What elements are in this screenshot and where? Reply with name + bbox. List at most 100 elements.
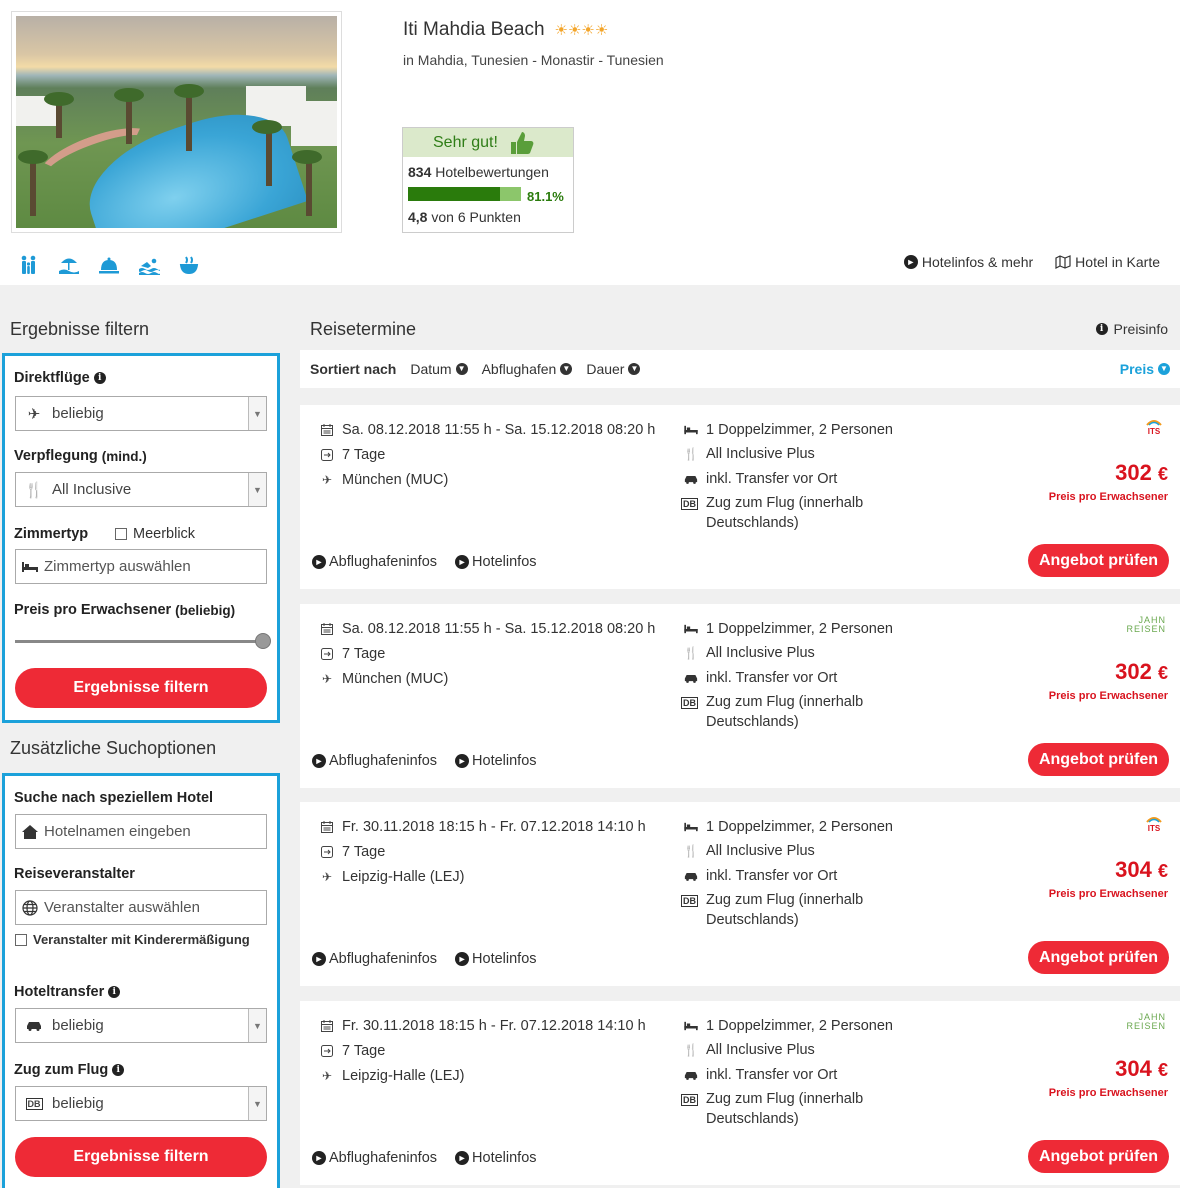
jahn-reisen-logo-text: JAHN REISEN (1126, 1012, 1166, 1031)
offer-hotelinfos-link[interactable]: ► Hotelinfos (455, 554, 537, 570)
hotel-header: Iti Mahdia Beach ☀☀☀☀ in Mahdia, Tunesie… (0, 0, 1180, 285)
offer-price-value: 304 (1115, 1056, 1152, 1081)
abflughafeninfos-label: Abflughafeninfos (329, 1150, 438, 1166)
zug-select[interactable]: DB beliebig ▼ (15, 1086, 267, 1121)
offer-board-text: All Inclusive Plus (706, 843, 815, 859)
rating-label: Sehr gut! (433, 133, 498, 151)
kinderermaessigung-checkbox-box[interactable] (15, 933, 27, 946)
its-logo[interactable]: ITS (1144, 814, 1164, 837)
hotel-photo[interactable] (11, 11, 342, 233)
content-area: Ergebnisse filtern Direktflüge i ✈ belie… (0, 285, 1180, 1188)
chevron-right-circle-icon: ► (312, 1151, 326, 1165)
abflughafeninfos-link[interactable]: ► Abflughafeninfos (312, 753, 437, 769)
hotel-map-link-label: Hotel in Karte (1075, 254, 1160, 270)
angebot-pruefen-button[interactable]: Angebot prüfen (1028, 743, 1169, 776)
sort-option-label: Abflughafen (481, 361, 557, 377)
offer-hotelinfos-label: Hotelinfos (472, 951, 537, 967)
angebot-pruefen-button[interactable]: Angebot prüfen (1028, 544, 1169, 577)
airplane-icon: ✈ (321, 870, 333, 884)
offer-dates: Sa. 08.12.2018 11:55 h - Sa. 15.12.2018 … (320, 621, 655, 637)
abflughafeninfos-link[interactable]: ► Abflughafeninfos (312, 1150, 437, 1166)
offer-room: 1 Doppelzimmer, 2 Personen (684, 819, 893, 835)
veranstalter-input[interactable]: Veranstalter auswählen (15, 890, 267, 925)
offer-card: Fr. 30.11.2018 18:15 h - Fr. 07.12.2018 … (300, 1001, 1180, 1185)
duration-icon (320, 449, 334, 461)
swimming-icon[interactable] (138, 254, 160, 276)
hotel-search-input[interactable]: Hotelnamen eingeben (15, 814, 267, 849)
hotel-map-link[interactable]: Hotel in Karte (1055, 254, 1160, 270)
transfer-select[interactable]: beliebig ▼ (15, 1008, 267, 1043)
offer-duration-text: 7 Tage (342, 844, 386, 860)
offer-airport-text: Leipzig-Halle (LEJ) (342, 869, 465, 885)
beach-icon[interactable] (58, 254, 80, 276)
verpflegung-label-text: Verpflegung (14, 448, 98, 464)
angebot-pruefen-button[interactable]: Angebot prüfen (1028, 1140, 1169, 1173)
db-icon: DB (25, 1097, 43, 1110)
offer-hotelinfos-link[interactable]: ► Hotelinfos (455, 1150, 537, 1166)
offer-card: Sa. 08.12.2018 11:55 h - Sa. 15.12.2018 … (300, 405, 1180, 589)
hotel-search-placeholder: Hotelnamen eingeben (44, 823, 191, 840)
meerblick-checkbox[interactable]: Meerblick (115, 526, 195, 542)
jahn-reisen-logo[interactable]: JAHN REISEN (1118, 1013, 1166, 1031)
sort-option-dauer[interactable]: Dauer ▼ (586, 361, 641, 377)
chevron-down-icon: ▼ (248, 1009, 266, 1042)
chevron-down-icon: ▼ (628, 363, 641, 375)
kinderermaessigung-checkbox-label: Veranstalter mit Kinderermäßigung (33, 932, 250, 947)
price-slider[interactable] (15, 633, 271, 649)
its-logo-text: ITS (1148, 427, 1161, 436)
its-logo[interactable]: ITS (1144, 417, 1164, 440)
sort-option-datum[interactable]: Datum ▼ (410, 361, 468, 377)
db-icon: DB (681, 498, 698, 510)
angebot-pruefen-button[interactable]: Angebot prüfen (1028, 941, 1169, 974)
offer-airport: ✈ Leipzig-Halle (LEJ) (320, 1068, 465, 1084)
cutlery-icon: 🍴 (683, 1043, 699, 1057)
zimmertyp-input[interactable]: Zimmertyp auswählen (15, 549, 267, 584)
sort-option-preis[interactable]: Preis ▼ (1120, 361, 1170, 377)
rating-box[interactable]: Sehr gut! 834 Hotelbewertungen 81.1% 4,8… (402, 127, 574, 233)
family-icon[interactable] (18, 254, 40, 276)
info-icon[interactable]: i (93, 372, 106, 384)
offer-board-text: All Inclusive Plus (706, 446, 815, 462)
header-links: ► Hotelinfos & mehr Hotel in Karte (903, 254, 1160, 270)
offer-price-note: Preis pro Erwachsener (1048, 491, 1168, 503)
hotel-name: Iti Mahdia Beach (403, 19, 545, 40)
kinderermaessigung-checkbox[interactable]: Veranstalter mit Kinderermäßigung (15, 932, 250, 947)
direktfluege-select[interactable]: ✈ beliebig ▼ (15, 396, 267, 431)
offer-price: 302 € (1115, 659, 1168, 685)
offer-hotelinfos-label: Hotelinfos (472, 753, 537, 769)
info-icon[interactable]: i (108, 986, 121, 998)
sort-option-abflughafen[interactable]: Abflughafen ▼ (482, 361, 573, 377)
rating-score-suffix: von 6 Punkten (431, 209, 521, 225)
offer-price-value: 302 (1115, 460, 1152, 485)
price-slider-handle[interactable] (255, 633, 271, 649)
amenity-icons (18, 254, 200, 276)
service-bell-icon[interactable] (98, 254, 120, 276)
filter-submit-button[interactable]: Ergebnisse filtern (15, 668, 267, 708)
transfer-label: Hoteltransfer i (14, 984, 121, 1000)
meerblick-checkbox-box[interactable] (115, 528, 127, 540)
extra-options-title: Zusätzliche Suchoptionen (10, 738, 217, 758)
info-icon[interactable]: i (112, 1064, 125, 1076)
offer-transfer: inkl. Transfer vor Ort (684, 868, 837, 884)
jahn-reisen-logo[interactable]: JAHN REISEN (1118, 616, 1166, 634)
cutlery-icon: 🍴 (683, 844, 699, 858)
extra-filter-submit-button[interactable]: Ergebnisse filtern (15, 1137, 267, 1177)
offer-hotelinfos-link[interactable]: ► Hotelinfos (455, 753, 537, 769)
hotelinfos-link[interactable]: ► Hotelinfos & mehr (903, 254, 1033, 270)
preisinfo-link[interactable]: i Preisinfo (1095, 321, 1168, 337)
offer-price: 304 € (1115, 857, 1168, 883)
abflughafeninfos-link[interactable]: ► Abflughafeninfos (312, 554, 437, 570)
offer-dates-text: Fr. 30.11.2018 18:15 h - Fr. 07.12.2018 … (342, 819, 646, 835)
offer-hotelinfos-link[interactable]: ► Hotelinfos (455, 951, 537, 967)
bed-icon (684, 822, 698, 832)
verpflegung-select[interactable]: 🍴 All Inclusive ▼ (15, 472, 267, 507)
airplane-icon: ✈ (321, 672, 333, 686)
offer-room: 1 Doppelzimmer, 2 Personen (684, 1018, 893, 1034)
spa-icon[interactable] (178, 254, 200, 276)
abflughafeninfos-link[interactable]: ► Abflughafeninfos (312, 951, 437, 967)
sort-bar: Sortiert nach Datum ▼ Abflughafen ▼ Daue… (300, 350, 1180, 388)
chevron-right-circle-icon: ► (455, 952, 470, 966)
offer-transfer: inkl. Transfer vor Ort (684, 670, 837, 686)
abflughafeninfos-label: Abflughafeninfos (329, 554, 438, 570)
offer-dates-text: Sa. 08.12.2018 11:55 h - Sa. 15.12.2018 … (342, 422, 656, 438)
